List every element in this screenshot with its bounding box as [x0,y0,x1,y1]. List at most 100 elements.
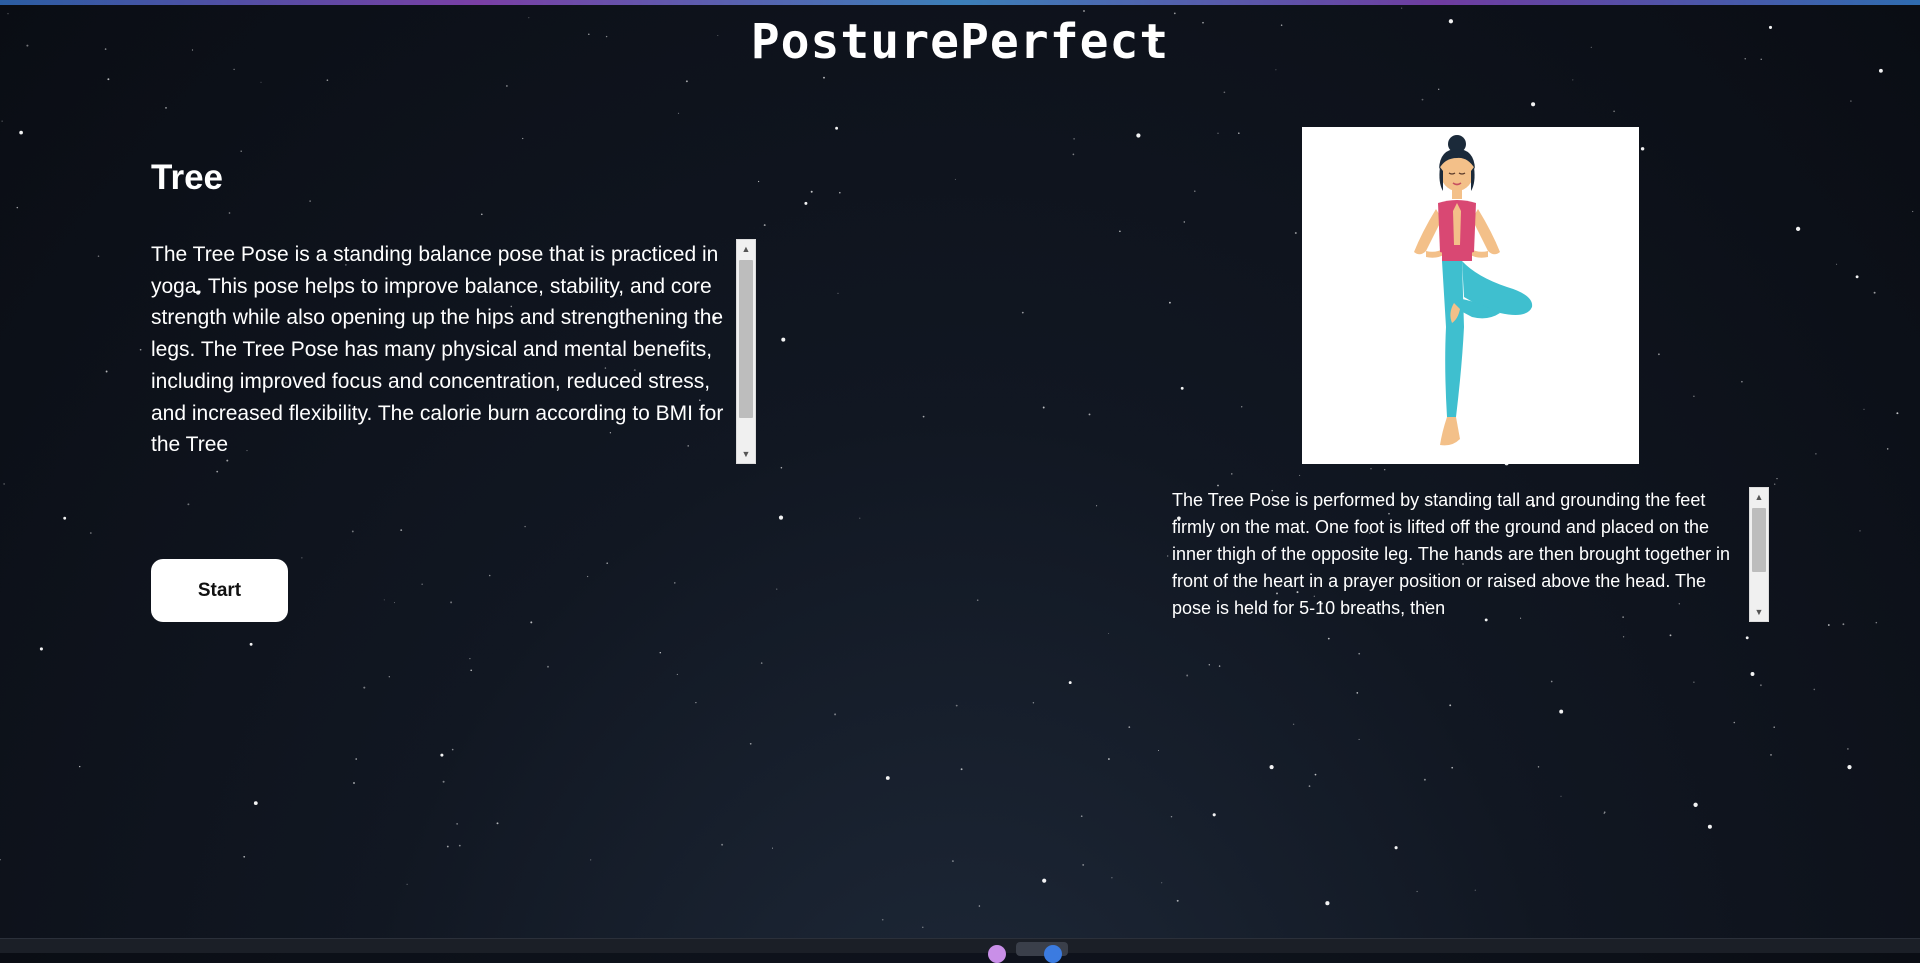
star [586,575,589,578]
star [1531,102,1536,107]
star [1186,674,1189,677]
star [400,529,403,531]
star [834,713,837,716]
star [1774,483,1776,485]
star [1314,773,1317,776]
pose-description-box[interactable]: The Tree Pose is a standing balance pose… [151,239,756,464]
scrollbar-thumb[interactable] [739,260,753,418]
star [1707,824,1712,829]
star [1741,380,1743,383]
star [881,918,884,921]
star [363,686,366,689]
star [301,557,303,559]
star [749,742,752,745]
star [1212,813,1216,817]
star [480,213,483,216]
scroll-down-icon[interactable]: ▼ [737,446,755,462]
star [1161,882,1163,884]
star [1042,878,1047,883]
star [1847,765,1852,770]
star [606,562,609,565]
star [1358,652,1361,655]
star [695,701,697,704]
scroll-up-icon[interactable]: ▲ [737,241,755,257]
star [823,76,825,79]
star [421,583,423,585]
star [1836,263,1838,265]
star [721,843,724,846]
star [253,801,258,805]
scrollbar-thumb[interactable] [1752,508,1766,572]
star [1669,634,1672,637]
star [763,224,766,227]
star [954,178,956,180]
star [976,599,979,601]
star [353,782,355,784]
star [1795,226,1801,232]
star [1640,147,1645,151]
star [16,206,19,209]
star [165,107,167,109]
star [1,120,3,122]
star [107,78,110,81]
star [760,662,763,664]
star [776,588,778,590]
star [837,292,839,294]
start-button[interactable]: Start [151,559,288,622]
star [496,822,499,825]
star [1128,726,1131,728]
star [1241,406,1243,408]
scroll-up-icon[interactable]: ▲ [1750,489,1768,505]
star [1370,468,1372,470]
star [885,776,890,780]
star [1416,890,1418,893]
scroll-down-icon[interactable]: ▼ [1750,604,1768,620]
star [355,758,357,760]
star [446,845,449,848]
star [1223,91,1226,94]
star [243,855,246,858]
star [1088,413,1091,416]
star [1693,681,1695,683]
star [309,200,311,202]
star [1180,386,1184,390]
star [524,525,526,528]
star [1859,530,1861,532]
star [1238,132,1240,134]
star [1559,709,1564,714]
star [249,642,253,646]
star [810,190,813,193]
star [187,503,190,506]
star [1658,353,1660,356]
star [19,130,23,135]
star [1136,133,1141,138]
star [922,926,924,929]
star [1693,802,1698,807]
star [1745,636,1749,640]
pose-instructions-text: The Tree Pose is performed by standing t… [1172,490,1731,618]
star [522,137,524,140]
browser-icon[interactable] [1044,945,1062,963]
star [1217,132,1219,134]
star [978,905,981,907]
pose-instructions-box[interactable]: The Tree Pose is performed by standing t… [1172,487,1769,622]
star [951,860,954,863]
instructions-scrollbar[interactable]: ▲ ▼ [1749,487,1769,622]
description-scrollbar[interactable]: ▲ ▼ [736,239,756,464]
star [1107,758,1110,760]
star [1072,153,1075,156]
star [677,112,680,115]
star [1176,899,1179,902]
star [470,669,473,672]
star [440,753,444,757]
star [1096,505,1098,507]
star [79,765,81,768]
star [1572,79,1574,81]
star [1438,88,1440,91]
star [388,676,390,678]
star [1294,232,1297,234]
star [1759,684,1762,687]
taskbar-app-icon[interactable] [988,945,1006,963]
star [1773,726,1775,728]
star [506,85,508,87]
